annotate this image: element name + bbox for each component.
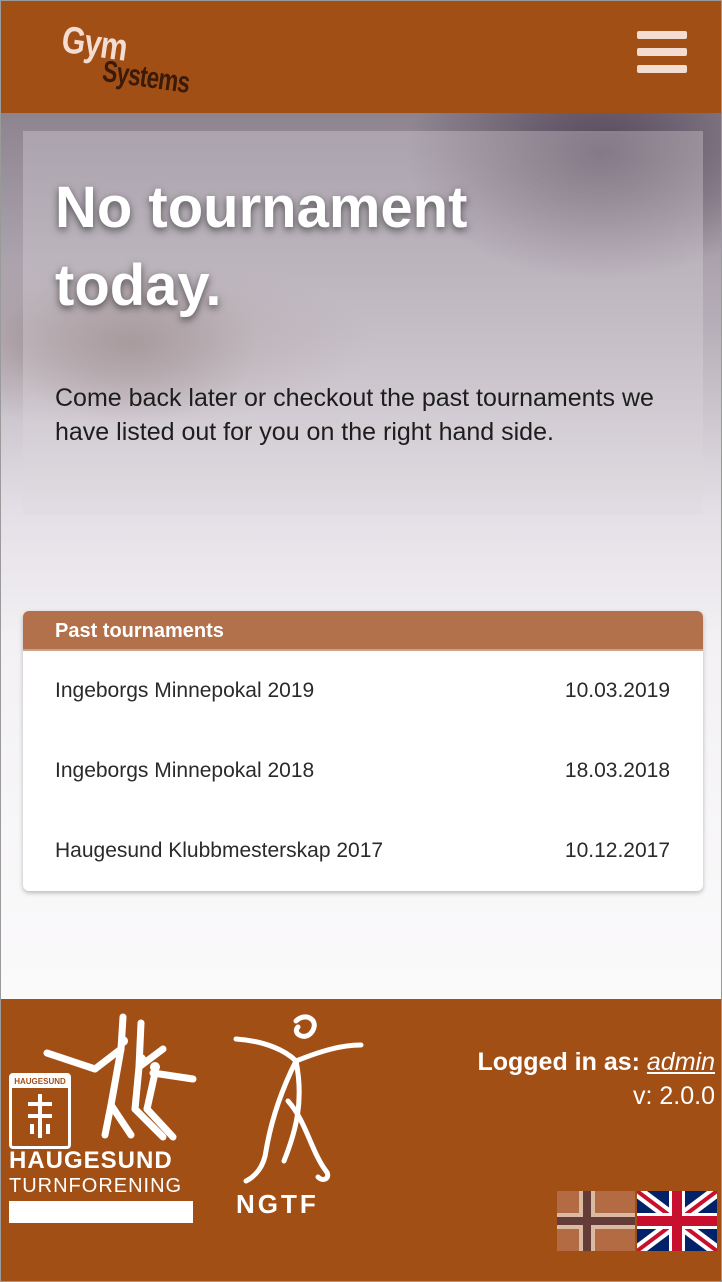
uk-flag-icon[interactable] [637,1191,717,1251]
club-name-line1: HAUGESUND [9,1147,173,1174]
past-tournaments-card: Past tournaments Ingeborgs Minnepokal 20… [23,611,703,891]
tournament-row[interactable]: Ingeborgs Minnepokal 2018 18.03.2018 [23,731,703,811]
tournament-name: Ingeborgs Minnepokal 2019 [55,679,315,702]
club-cross-icon [28,1094,52,1138]
past-tournaments-heading: Past tournaments [23,611,703,651]
ngtf-label: NGTF [236,1189,319,1219]
version-text: v: 2.0.0 [633,1082,715,1110]
hero-title: No tournament today. [55,175,468,318]
tournament-date: 10.12.2017 [564,839,670,862]
tournament-date: 10.03.2019 [564,679,670,702]
app-frame: Gym Systems No tournament today. Come ba… [0,0,722,1282]
tournament-row[interactable]: Ingeborgs Minnepokal 2019 10.03.2019 [23,651,703,731]
tournament-date: 18.03.2018 [564,759,670,782]
hero-description: Come back later or checkout the past tou… [55,384,654,446]
club-name-line2: TURNFORENING [9,1175,183,1197]
haugesund-turnforening-logo: HAUGESUND HAUGESUND TURNFORENING [7,1009,197,1223]
ngtf-dancer-icon [233,1014,364,1184]
top-navbar: Gym Systems [1,1,721,113]
club-logo-bar [9,1201,193,1223]
hamburger-menu-icon[interactable] [637,31,689,73]
club-badge-text: HAUGESUND [12,1076,68,1088]
logged-in-label: Logged in as: [477,1048,640,1076]
ngtf-logo: NGTF [226,1011,366,1221]
gymsystems-logo[interactable]: Gym Systems [59,19,215,100]
tournament-name: Haugesund Klubbmesterskap 2017 [55,839,384,862]
hero-panel: No tournament today. Come back later or … [23,131,703,515]
club-badge: HAUGESUND [9,1073,71,1149]
logo-text-systems: Systems [100,55,192,100]
tournament-name: Ingeborgs Minnepokal 2018 [55,759,315,782]
norwegian-flag-icon[interactable] [557,1191,635,1251]
footer: HAUGESUND HAUGESUND TURNFORENING NGTF Lo… [1,999,721,1281]
username-link[interactable]: admin [647,1048,715,1076]
tournament-row[interactable]: Haugesund Klubbmesterskap 2017 10.12.201… [23,811,703,891]
logged-in-info: Logged in as: admin v: 2.0.0 [477,1045,715,1113]
